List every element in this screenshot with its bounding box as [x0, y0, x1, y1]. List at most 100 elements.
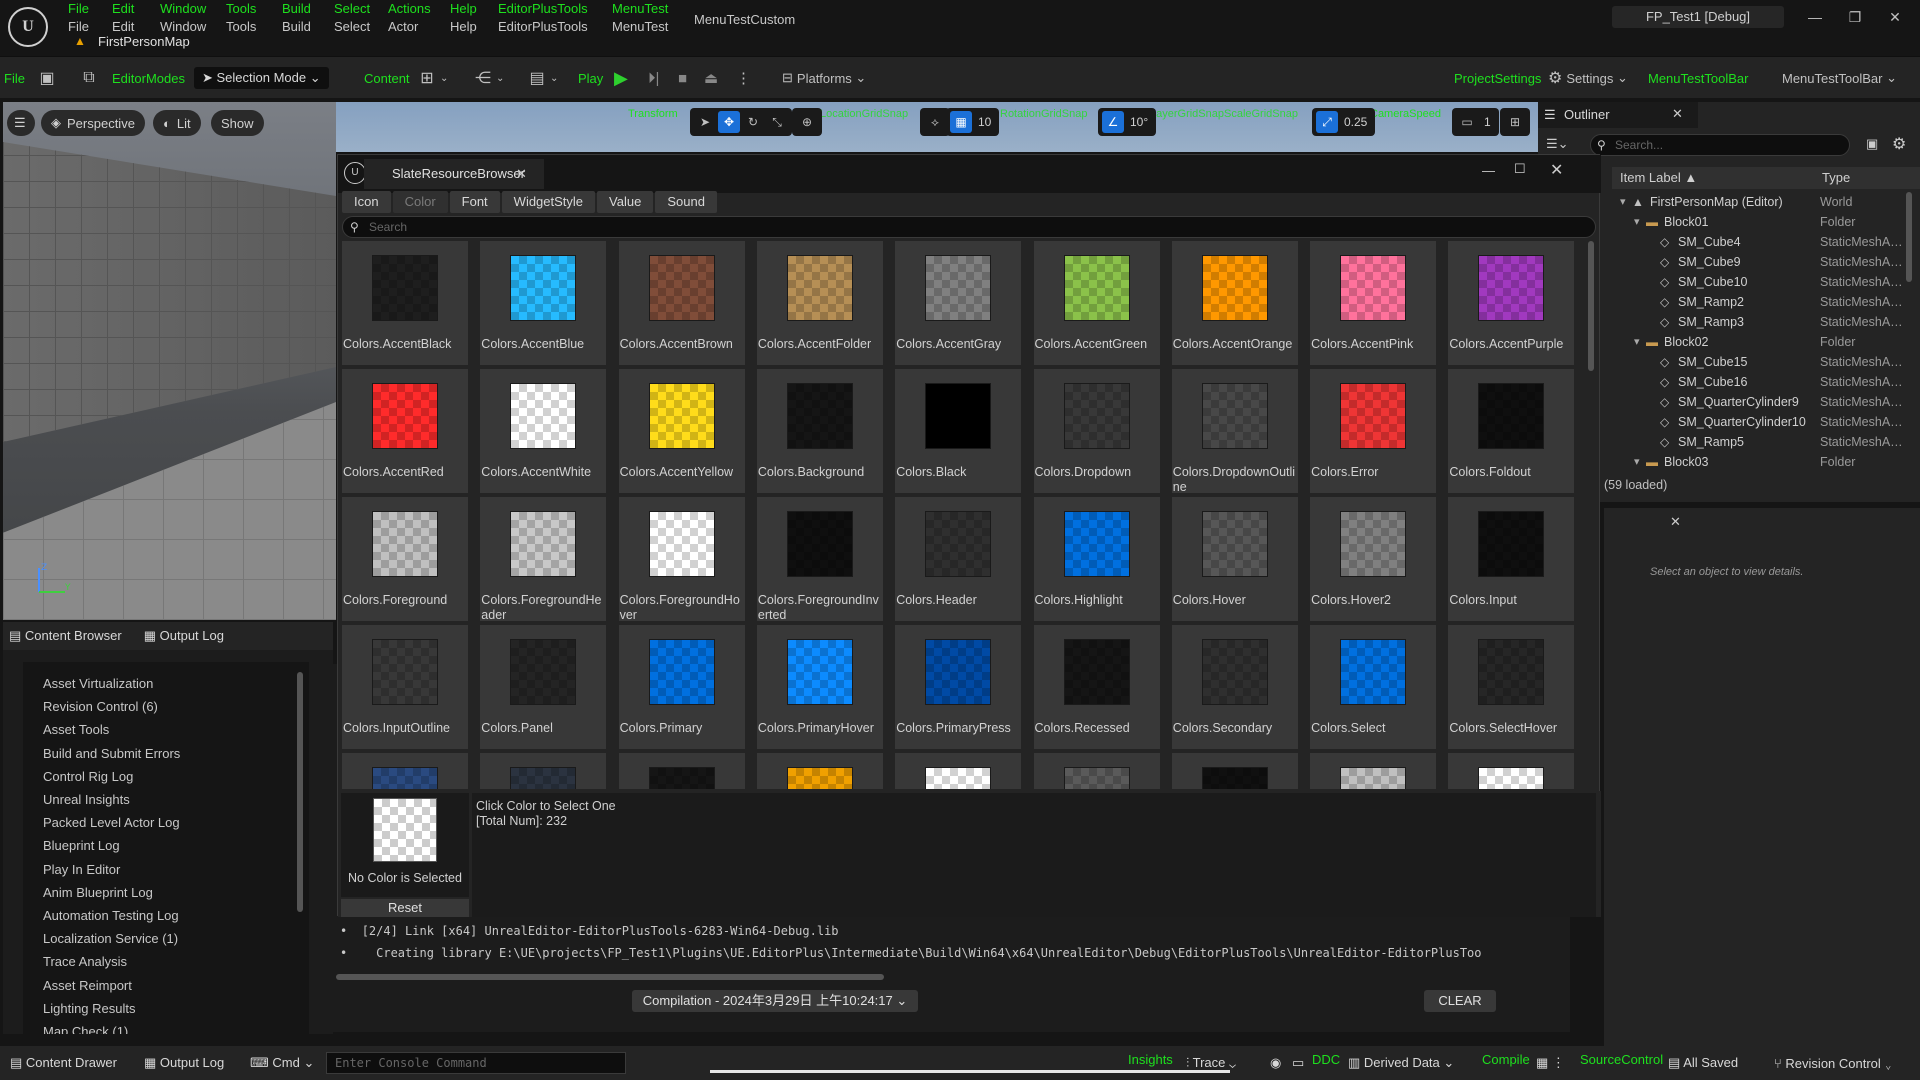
outliner-row[interactable]: ◇ SM_QuarterCylinder9 StaticMeshA…: [1612, 392, 1912, 412]
log-category-item[interactable]: Packed Level Actor Log: [43, 815, 180, 830]
tab-content-browser[interactable]: ▤ Content Browser: [9, 628, 122, 644]
clear-button[interactable]: CLEAR: [1424, 990, 1496, 1012]
tab-icon[interactable]: Icon: [342, 191, 391, 213]
menu-help[interactable]: Help Help: [450, 0, 477, 36]
advance-frame-icon[interactable]: ⏵|: [648, 57, 659, 99]
toolbar-play-label[interactable]: Play: [578, 57, 603, 99]
outliner-row[interactable]: ◇ SM_Cube10 StaticMeshA…: [1612, 272, 1912, 292]
color-cell[interactable]: Colors.Input: [1448, 497, 1575, 621]
move-tool-icon[interactable]: ✥: [718, 111, 740, 133]
blueprints-icon[interactable]: ⋲ ⌄: [470, 57, 504, 99]
grid-snap-icon[interactable]: ▦: [950, 111, 972, 133]
close-icon[interactable]: ✕: [1880, 6, 1910, 28]
selection-mode-dropdown[interactable]: ➤ Selection Mode ⌄: [194, 57, 329, 99]
expand-arrow-icon[interactable]: ▾: [1634, 452, 1640, 472]
log-category-item[interactable]: Trace Analysis: [43, 954, 127, 969]
outliner-row[interactable]: ◇ SM_Cube9 StaticMeshA…: [1612, 252, 1912, 272]
tab-sound[interactable]: Sound: [655, 191, 717, 213]
record-icon[interactable]: ◉: [1270, 1055, 1281, 1071]
color-cell[interactable]: Colors.Foreground: [342, 497, 468, 621]
resource-search-input[interactable]: ⚲ Search: [342, 216, 1596, 238]
color-cell[interactable]: Colors.SelectHover: [1448, 625, 1575, 749]
color-cell[interactable]: Colors.Background: [756, 369, 883, 493]
color-cell[interactable]: Colors.Header: [895, 497, 1022, 621]
cinematics-icon[interactable]: ▤ ⌄: [524, 57, 558, 99]
log-category-item[interactable]: Asset Reimport: [43, 978, 132, 993]
details-close-icon[interactable]: ✕: [1670, 514, 1681, 530]
window-close-icon[interactable]: ✕: [1550, 160, 1563, 180]
menu-test-custom[interactable]: MenuTestCustom: [694, 12, 795, 27]
log-category-item[interactable]: Blueprint Log: [43, 838, 120, 853]
outliner-search-input[interactable]: ⚲ Search...: [1590, 134, 1850, 156]
layout-icon[interactable]: ⊞: [1504, 111, 1526, 133]
project-settings[interactable]: ProjectSettings: [1454, 57, 1541, 99]
angle-snap-icon[interactable]: ∠: [1102, 111, 1124, 133]
menu-test-toolbar-green[interactable]: MenuTestToolBar: [1648, 57, 1748, 99]
log-category-item[interactable]: Play In Editor: [43, 862, 120, 877]
color-cell[interactable]: Colors.DropdownOutline: [1171, 369, 1298, 494]
restore-icon[interactable]: ❐: [1840, 6, 1870, 28]
outliner-row[interactable]: ▾ ▲ FirstPersonMap (Editor) World: [1612, 192, 1912, 212]
color-cell[interactable]: Colors.Highlight: [1033, 497, 1160, 621]
stop-icon[interactable]: ■: [678, 57, 687, 99]
menu-window[interactable]: Window Window: [160, 0, 206, 36]
scale-snap-icon[interactable]: ⤢: [1316, 111, 1338, 133]
menu-test-toolbar-dropdown[interactable]: MenuTestToolBar ⌄: [1782, 57, 1897, 99]
map-name[interactable]: FirstPersonMap: [98, 34, 190, 49]
tab-close-icon[interactable]: ✕: [516, 159, 527, 189]
outliner-row[interactable]: ◇ SM_Ramp2 StaticMeshA…: [1612, 292, 1912, 312]
color-cell[interactable]: Colors.AccentBlack: [342, 241, 468, 365]
color-cell[interactable]: [895, 753, 1022, 789]
tab-value[interactable]: Value: [597, 191, 654, 213]
outliner-row[interactable]: ▾ ▬ Block01 Folder: [1612, 212, 1912, 232]
log-category-item[interactable]: Unreal Insights: [43, 792, 130, 807]
expand-arrow-icon[interactable]: ▾: [1634, 332, 1640, 352]
reset-button[interactable]: Reset: [341, 899, 469, 917]
rotate-tool-icon[interactable]: ↻: [742, 111, 764, 133]
play-icon[interactable]: ▶: [614, 57, 628, 99]
toolbar-content[interactable]: Content: [364, 57, 410, 99]
color-cell[interactable]: Colors.Select: [1310, 625, 1437, 749]
cmd-dropdown[interactable]: ⌨ Cmd ⌄: [250, 1055, 314, 1071]
minimize-icon[interactable]: —: [1800, 6, 1830, 28]
color-cell[interactable]: [1171, 753, 1298, 789]
log-category-item[interactable]: Localization Service (1): [43, 931, 178, 946]
scale-snap-value[interactable]: 0.25: [1340, 115, 1371, 129]
perspective-button[interactable]: ◈ Perspective: [41, 110, 145, 136]
color-cell[interactable]: Colors.AccentPink: [1310, 241, 1437, 365]
all-saved-button[interactable]: ▤ All Saved: [1668, 1055, 1738, 1071]
menu-select[interactable]: Select Select: [334, 0, 370, 36]
color-cell[interactable]: Colors.ForegroundInverted: [756, 497, 883, 622]
color-cell[interactable]: Colors.Hover2: [1310, 497, 1437, 621]
eject-icon[interactable]: ⏏: [704, 57, 718, 99]
color-cell[interactable]: [756, 753, 883, 789]
log-category-item[interactable]: Asset Tools: [43, 722, 109, 737]
browse-icon[interactable]: ⧉: [76, 57, 102, 99]
color-cell[interactable]: Colors.Primary: [618, 625, 745, 749]
item-label-header[interactable]: Item Label ▲: [1620, 167, 1697, 189]
source-control-label[interactable]: SourceControl: [1580, 1052, 1663, 1067]
settings-dropdown[interactable]: ⚙ Settings ⌄: [1548, 57, 1628, 99]
color-cell[interactable]: Colors.PrimaryHover: [756, 625, 883, 749]
console-command-input[interactable]: Enter Console Command: [326, 1052, 626, 1074]
color-cell[interactable]: [480, 753, 607, 789]
tab-color[interactable]: Color: [392, 191, 448, 213]
color-cell[interactable]: Colors.Panel: [480, 625, 607, 749]
log-category-item[interactable]: Map Check (1): [43, 1024, 128, 1034]
expand-arrow-icon[interactable]: ▾: [1620, 192, 1626, 212]
ddc-label[interactable]: DDC: [1312, 1052, 1340, 1067]
outliner-row[interactable]: ▾ ▬ Block03 Folder: [1612, 452, 1912, 472]
color-cell[interactable]: Colors.Error: [1310, 369, 1437, 493]
color-cell[interactable]: Colors.AccentBrown: [618, 241, 745, 365]
save-icon[interactable]: ▣: [34, 57, 60, 99]
color-cell[interactable]: Colors.AccentWhite: [480, 369, 607, 493]
log-category-item[interactable]: Control Rig Log: [43, 769, 133, 784]
color-cell[interactable]: Colors.AccentBlue: [480, 241, 607, 365]
select-tool-icon[interactable]: ➤: [694, 111, 716, 133]
outliner-row[interactable]: ◇ SM_Cube4 StaticMeshA…: [1612, 232, 1912, 252]
color-cell[interactable]: Colors.ForegroundHeader: [480, 497, 607, 622]
color-cell[interactable]: Colors.Recessed: [1033, 625, 1160, 749]
filter-icon[interactable]: ☰⌄: [1546, 136, 1569, 152]
tab-font[interactable]: Font: [449, 191, 500, 213]
scale-tool-icon[interactable]: ⤡: [766, 111, 788, 133]
